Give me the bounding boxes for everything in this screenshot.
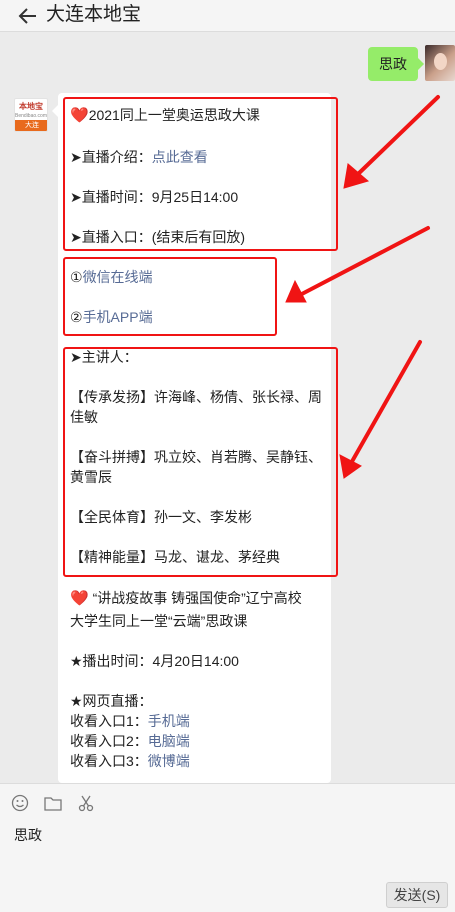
entrance-3-link[interactable]: 微博端 [148, 753, 190, 769]
my-message-bubble[interactable]: 思政 [368, 47, 424, 81]
entrance-2-link[interactable]: 电脑端 [148, 733, 190, 749]
send-button[interactable]: 发送(S) [386, 882, 448, 908]
entrance-1-line: 收看入口1：手机端 [70, 713, 190, 729]
annotation-arrow-head [339, 454, 362, 479]
scissors-icon[interactable] [76, 793, 96, 813]
annotation-box-live-info [63, 97, 338, 251]
back-arrow-icon[interactable] [16, 4, 40, 28]
folder-icon[interactable] [43, 793, 63, 813]
chat-title: 大连本地宝 [46, 4, 142, 25]
my-avatar[interactable] [425, 45, 455, 81]
bot-logo-sub: Bendibao.com [15, 113, 47, 119]
bot-avatar[interactable]: 本地宝 Bendibao.com 大连 [14, 98, 48, 132]
bot-logo-text: 本地宝 [19, 102, 43, 111]
course-title-line-2: 大学生同上一堂“云端”思政课 [70, 613, 248, 629]
broadcast-time: ★播出时间：4月20日14:00 [70, 653, 239, 669]
annotation-box-live-links [63, 257, 277, 336]
web-live-label: ★网页直播： [70, 693, 153, 709]
entrance-1-link[interactable]: 手机端 [148, 713, 190, 729]
message-input[interactable]: 思政 [14, 825, 42, 845]
entrance-3-line: 收看入口3：微博端 [70, 753, 190, 769]
course-title-line-1: ❤️ “讲战疫故事 铸强国使命”辽宁高校 [70, 590, 302, 607]
annotation-arrow-head [343, 163, 370, 189]
entrance-2-line: 收看入口2：电脑端 [70, 733, 190, 749]
bot-logo-tag: 大连 [15, 120, 47, 131]
heart-icon: ❤️ [70, 590, 89, 607]
title-bar: 大连本地宝 [0, 0, 455, 32]
annotation-box-speakers [63, 347, 338, 577]
emoji-icon[interactable] [10, 793, 30, 813]
